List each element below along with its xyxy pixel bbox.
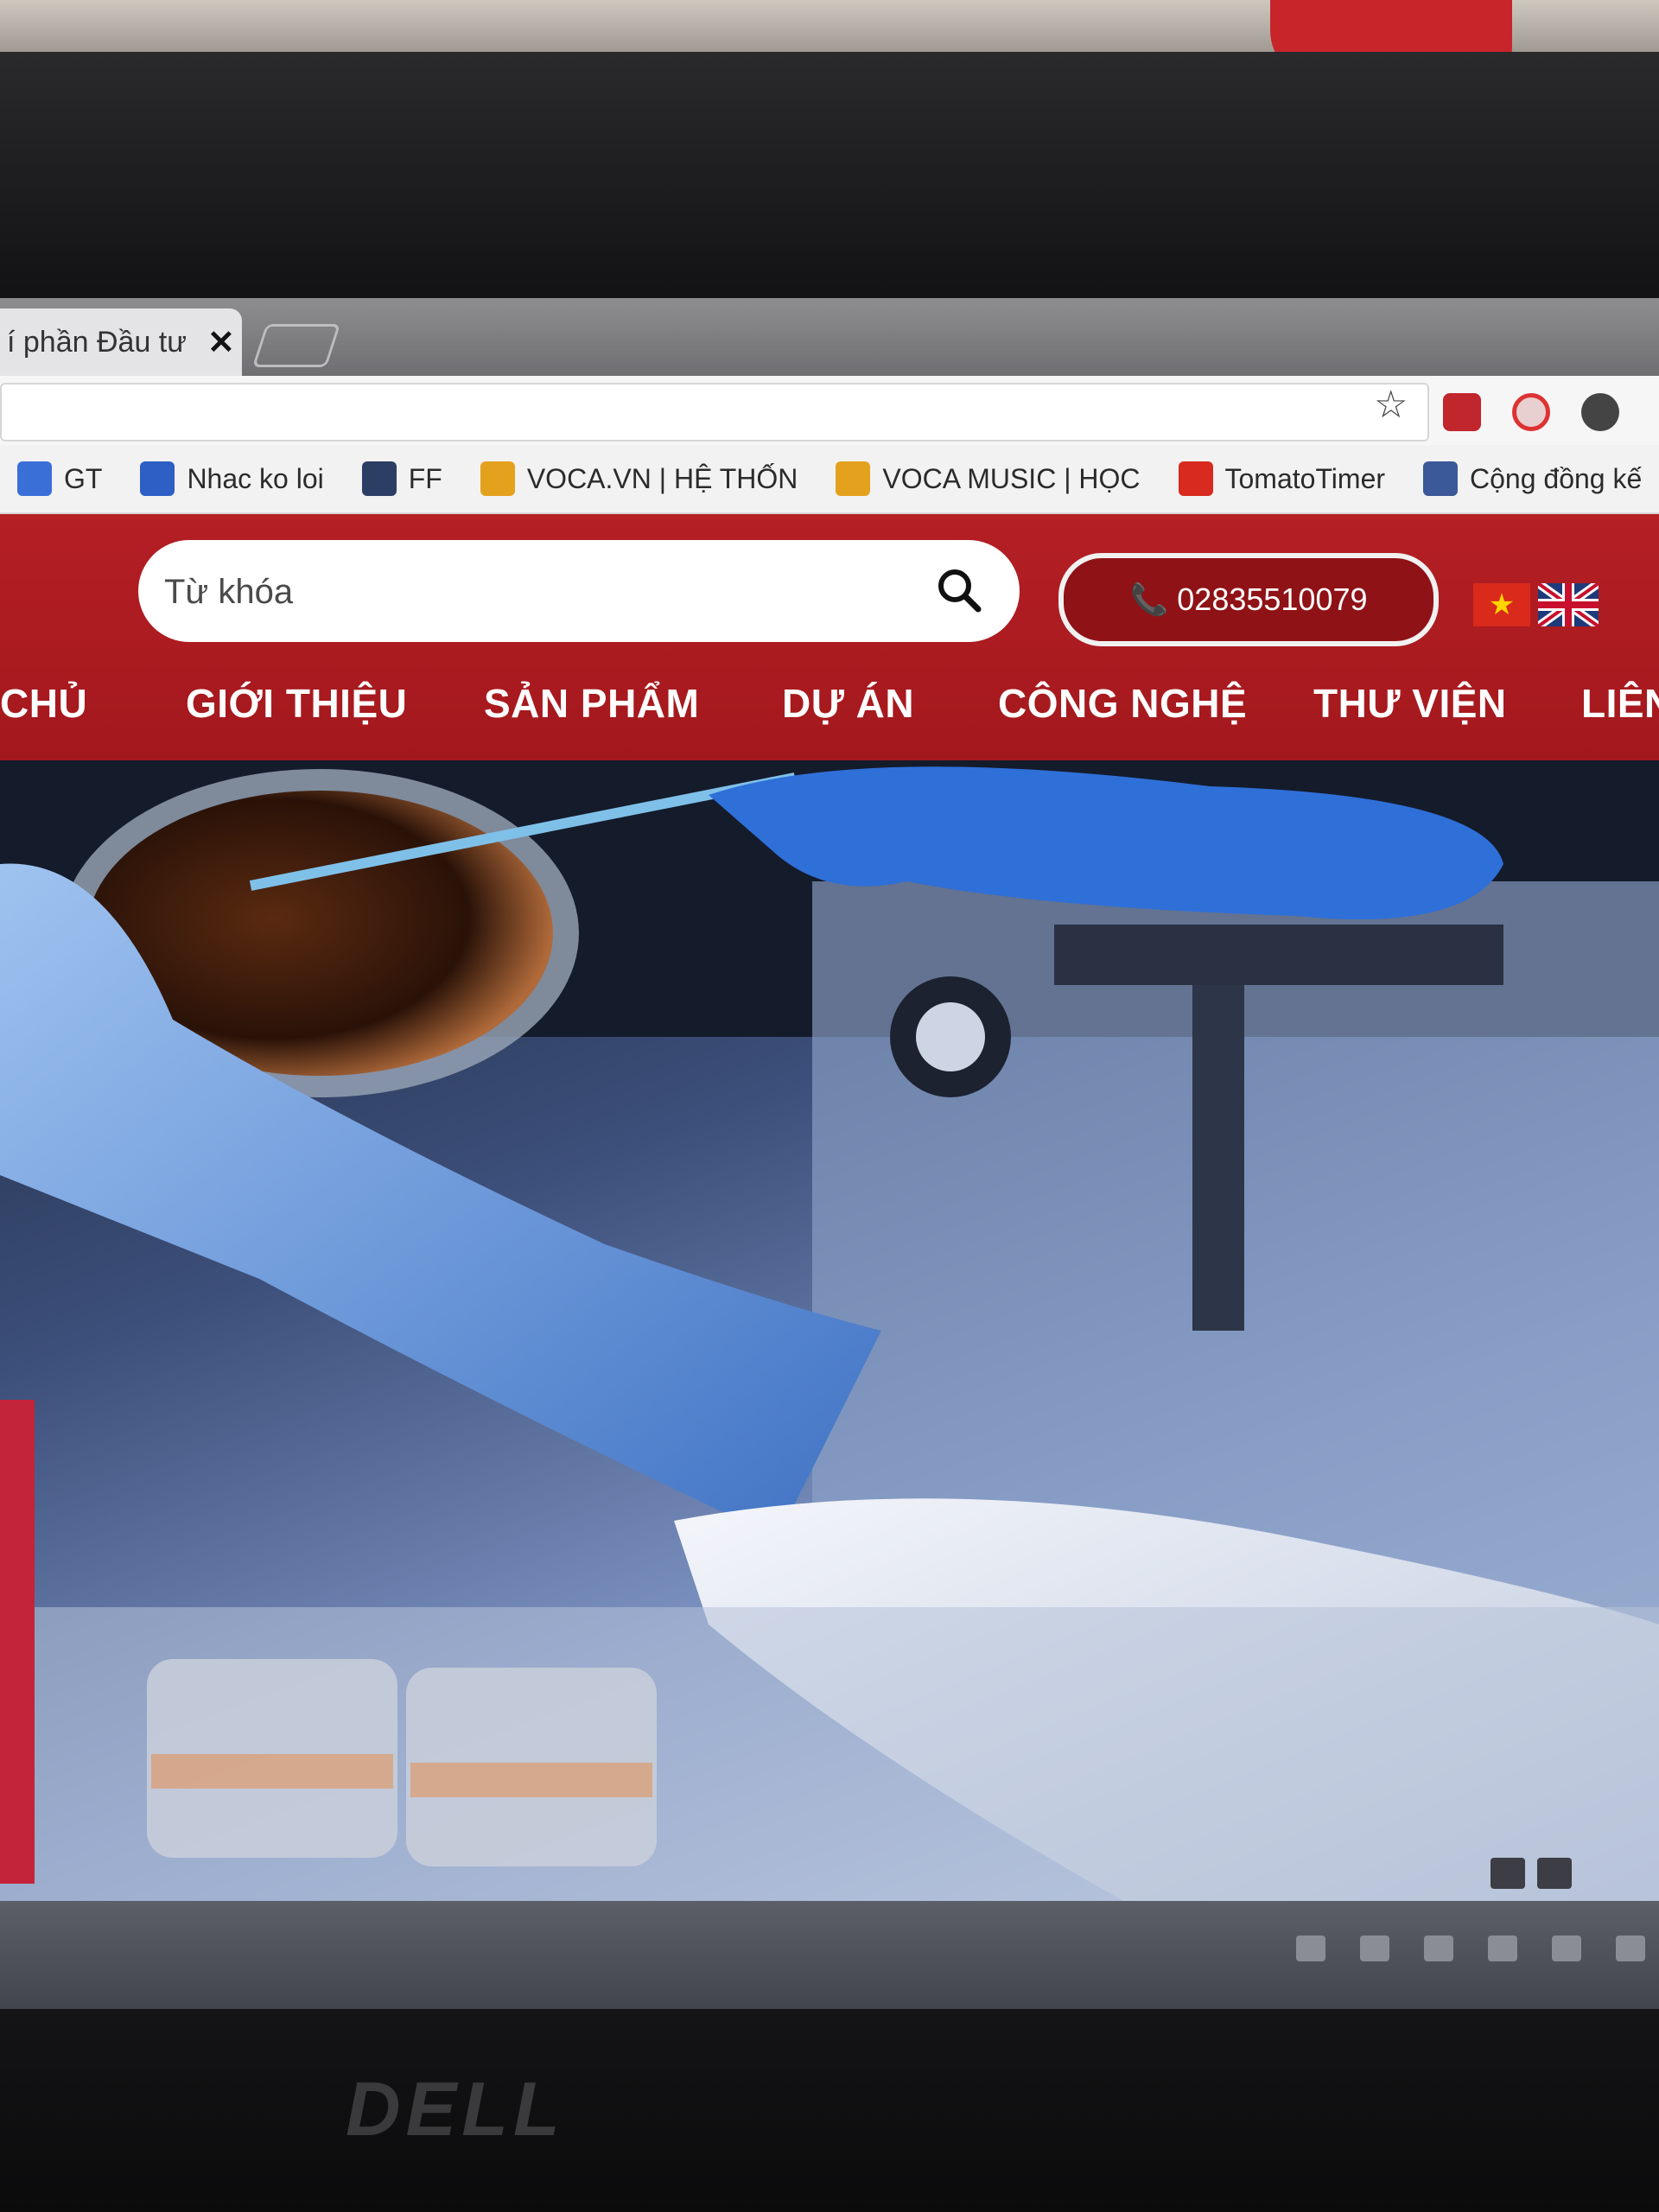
- screen: í phần Đầu tư ✕ ☆ GT Nhac ko loi FF VOCA.VN…: [0, 298, 1659, 2009]
- translate-icon: [17, 461, 52, 496]
- me-icon: [836, 461, 871, 496]
- vietnamese-flag-icon[interactable]: ★: [1473, 583, 1530, 626]
- nav-item-technology[interactable]: CÔNG NGHỆ: [998, 680, 1247, 727]
- tomato-icon: [1178, 461, 1213, 496]
- nav-item-home[interactable]: CHỦ: [0, 680, 87, 727]
- phone-number: 02835510079: [1177, 582, 1368, 617]
- nav-item-about[interactable]: GIỚI THIỆU: [186, 680, 407, 727]
- tab-title: í phần Đầu tư: [7, 325, 188, 359]
- bookmark-label: GT: [64, 462, 103, 494]
- network-icon[interactable]: [1424, 1936, 1453, 1961]
- slider-dot[interactable]: [1491, 1858, 1525, 1889]
- system-tray: [1296, 1936, 1645, 1961]
- chevron-up-icon[interactable]: [1360, 1936, 1389, 1961]
- opera-extension-icon[interactable]: [1512, 393, 1550, 431]
- hero-banner: [0, 760, 1659, 1901]
- search-input[interactable]: [162, 561, 909, 623]
- dell-logo: DELL: [346, 2065, 565, 2153]
- language-icon[interactable]: [1616, 1936, 1645, 1961]
- lab-photo-image: [0, 760, 1659, 1901]
- uk-flag-icon[interactable]: [1538, 583, 1599, 626]
- tab-strip: í phần Đầu tư ✕: [0, 298, 1659, 376]
- bookmark-label: FF: [408, 462, 442, 494]
- bookmarks-bar: GT Nhac ko loi FF VOCA.VN | HỆ THỐN VOCA MUS…: [0, 445, 1659, 514]
- search-box: [138, 540, 1020, 642]
- bookmark-label: VOCA.VN | HỆ THỐN: [526, 462, 798, 494]
- monitor-bezel-top: [0, 52, 1659, 311]
- bookmark-item[interactable]: Nhac ko loi: [140, 461, 324, 496]
- phone-button[interactable]: 📞 02835510079: [1058, 553, 1439, 646]
- bookmark-item[interactable]: Cộng đồng kế: [1423, 461, 1642, 496]
- search-icon[interactable]: [933, 564, 985, 616]
- clapperboard-icon: [361, 461, 397, 496]
- browser-tab[interactable]: í phần Đầu tư ✕: [0, 308, 242, 376]
- extension-icon[interactable]: [1443, 393, 1481, 431]
- volume-icon[interactable]: [1552, 1936, 1581, 1961]
- cloud-icon[interactable]: [1488, 1936, 1517, 1961]
- bookmark-label: TomatoTimer: [1224, 462, 1386, 494]
- bookmark-item[interactable]: FF: [361, 461, 442, 496]
- nav-item-contact[interactable]: LIÊN: [1581, 680, 1659, 727]
- bookmark-item[interactable]: GT: [17, 461, 102, 496]
- me-icon: [480, 461, 515, 496]
- phone-icon: 📞: [1129, 582, 1169, 617]
- people-icon[interactable]: [1296, 1936, 1325, 1961]
- tab-close-icon[interactable]: ✕: [207, 323, 235, 362]
- nav-item-library[interactable]: THƯ VIỆN: [1313, 680, 1507, 727]
- bookmark-label: Cộng đồng kế: [1470, 462, 1643, 494]
- bookmark-item[interactable]: VOCA.VN | HỆ THỐN: [480, 461, 798, 496]
- main-nav: CHỦ GIỚI THIỆU SẢN PHẨM DỰ ÁN CÔNG NGHỆ …: [0, 663, 1659, 749]
- address-bar: ☆: [0, 376, 1659, 447]
- bookmark-item[interactable]: VOCA MUSIC | HỌC: [836, 461, 1141, 496]
- bookmark-item[interactable]: TomatoTimer: [1178, 461, 1386, 496]
- monitor-bezel-bottom: DELL: [0, 2009, 1659, 2212]
- bookmark-star-icon[interactable]: ☆: [1374, 383, 1408, 427]
- bookmark-label: VOCA MUSIC | HỌC: [882, 462, 1141, 494]
- extension-icon[interactable]: [1581, 393, 1619, 431]
- url-input[interactable]: [0, 383, 1429, 442]
- bookmark-label: Nhac ko loi: [187, 462, 324, 494]
- slider-dots: [1491, 1858, 1572, 1889]
- dell-logo-text: DELL: [346, 2066, 565, 2152]
- site-header: 📞 02835510079 ★ CHỦ GIỚI THIỆU SẢN PHẨM …: [0, 514, 1659, 760]
- eye-icon: [140, 461, 175, 496]
- slider-dot[interactable]: [1537, 1858, 1572, 1889]
- nav-item-products[interactable]: SẢN PHẨM: [484, 680, 699, 727]
- nav-item-projects[interactable]: DỰ ÁN: [782, 680, 914, 727]
- taskbar: [0, 1901, 1659, 2009]
- facebook-icon: [1423, 461, 1459, 496]
- new-tab-button[interactable]: [251, 324, 341, 367]
